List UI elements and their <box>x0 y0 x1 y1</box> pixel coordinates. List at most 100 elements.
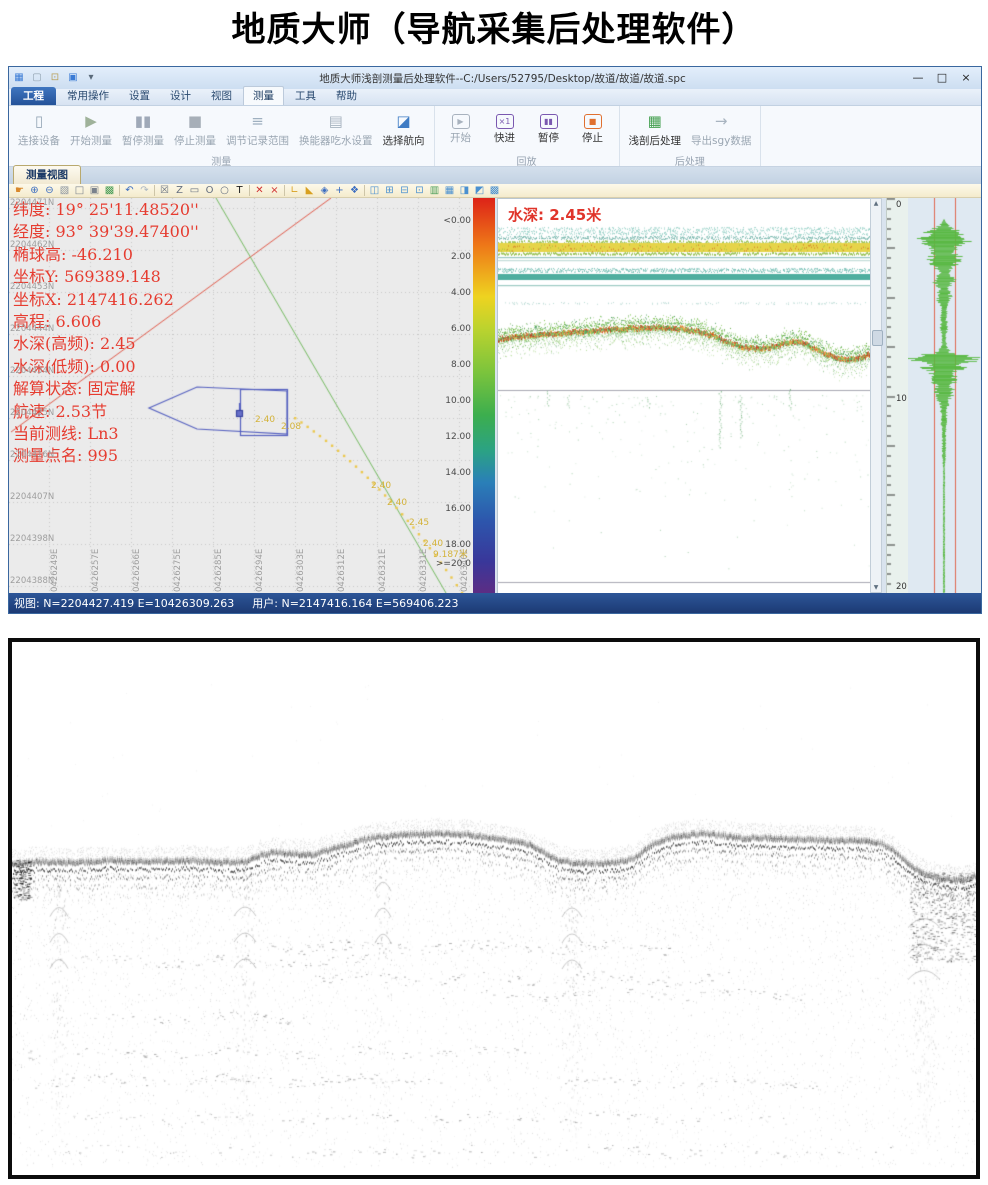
new-file-icon[interactable]: ▢ <box>30 71 44 85</box>
open-file-icon[interactable]: ⊡ <box>48 71 62 85</box>
ribbon-tab-帮助[interactable]: 帮助 <box>327 87 366 105</box>
delete-selected-icon[interactable]: ✕ <box>252 184 267 197</box>
layout-all-icon[interactable]: ▩ <box>487 184 502 197</box>
pan-hand-icon[interactable]: ☛ <box>12 184 27 197</box>
window-title: 地质大师浅剖测量后处理软件--C:/Users/52795/Desktop/故道… <box>98 71 907 86</box>
ruler-label: 20 <box>896 582 907 592</box>
ribbon-button-停止[interactable]: ■停止 <box>571 108 615 147</box>
scroll-up-icon[interactable]: ▲ <box>871 200 881 207</box>
map-view[interactable]: 纬度: 19° 25'11.48520'' 经度: 93° 39'39.4740… <box>9 198 473 593</box>
colorbar-tick-label: 12.00 <box>431 432 471 442</box>
colorbar-tick-label: 4.00 <box>431 288 471 298</box>
marquee-select-icon[interactable]: ▧ <box>57 184 72 197</box>
ribbon: ▯连接设备▶开始测量▮▮暂停测量■停止测量≡调节记录范围▤换能器吃水设置◪选择航… <box>9 106 981 167</box>
layout-cols-icon[interactable]: ▦ <box>442 184 457 197</box>
bookmark-icon[interactable]: ◈ <box>317 184 332 197</box>
ribbon-tab-设计[interactable]: 设计 <box>161 87 200 105</box>
echogram-panel[interactable]: 水深: 2.45米 <box>497 198 871 595</box>
draw-z-icon[interactable]: Z <box>172 184 187 197</box>
ribbon-button-浅剖后处理[interactable]: ▦浅剖后处理 <box>624 108 687 150</box>
tab-survey-view[interactable]: 测量视图 <box>13 165 81 184</box>
measure-angle-icon[interactable]: ∟ <box>287 184 302 197</box>
colorbar-tick-label: 18.00 <box>431 540 471 550</box>
redo-icon[interactable]: ↷ <box>137 184 152 197</box>
ribbon-button-label: 开始测量 <box>70 133 112 148</box>
maximize-button[interactable]: □ <box>931 70 953 86</box>
close-button[interactable]: × <box>955 70 977 86</box>
minimize-button[interactable]: — <box>907 70 929 86</box>
save-icon[interactable]: ▣ <box>66 71 80 85</box>
ribbon-tab-设置[interactable]: 设置 <box>120 87 159 105</box>
fast-forward-icon: ×1 <box>496 114 514 129</box>
easting-label: 0426321E <box>378 552 388 592</box>
ribbon-group-回放: ▶开始×1快进▮▮暂停■停止回放 <box>435 106 620 166</box>
start-survey-icon: ▶ <box>85 110 97 132</box>
play-icon: ▶ <box>452 114 470 129</box>
image-view-icon[interactable]: ▩ <box>102 184 117 197</box>
scroll-down-icon[interactable]: ▼ <box>871 584 881 591</box>
ribbon-button-快进[interactable]: ×1快进 <box>483 108 527 147</box>
ribbon-button-选择航向[interactable]: ◪选择航向 <box>378 108 430 150</box>
draw-ellipse-icon[interactable]: ○ <box>217 184 232 197</box>
easting-label: 0426249E <box>50 552 60 592</box>
layout-horizontal-icon[interactable]: ⊟ <box>397 184 412 197</box>
select-heading-icon: ◪ <box>396 110 410 132</box>
depth-colorbar <box>473 198 495 593</box>
layout-rows-icon[interactable]: ▥ <box>427 184 442 197</box>
qat-dropdown-icon[interactable]: ▾ <box>84 71 98 85</box>
easting-label: 0426294E <box>255 552 265 592</box>
ribbon-tab-row: 工程常用操作设置设计视图测量工具帮助 <box>9 89 981 106</box>
ribbon-button-暂停[interactable]: ▮▮暂停 <box>527 108 571 147</box>
colorbar-tick-label: 2.00 <box>431 252 471 262</box>
fit-extent-icon[interactable]: □ <box>72 184 87 197</box>
protractor-icon[interactable]: ◣ <box>302 184 317 197</box>
easting-label: 0426257E <box>91 552 101 592</box>
northing-label: 2204407N <box>10 492 54 502</box>
ribbon-button-停止测量: ■停止测量 <box>169 108 221 150</box>
toolbar-separator <box>249 185 250 196</box>
signal-trace-panel <box>908 198 981 593</box>
app-window: ▦ ▢ ⊡ ▣ ▾ 地质大师浅剖测量后处理软件--C:/Users/52795/Desk… <box>8 66 982 614</box>
easting-label: 0426303E <box>296 552 306 592</box>
layout-split-icon[interactable]: ◫ <box>367 184 382 197</box>
ribbon-tab-视图[interactable]: 视图 <box>202 87 241 105</box>
layout-single-icon[interactable]: ⊡ <box>412 184 427 197</box>
depth-ruler: 01020 <box>886 198 909 593</box>
draw-x-icon[interactable]: ☒ <box>157 184 172 197</box>
stop-playback-icon: ■ <box>584 114 602 129</box>
layout-corner-icon[interactable]: ◩ <box>472 184 487 197</box>
stop-survey-icon: ■ <box>188 110 202 132</box>
ribbon-tab-工程[interactable]: 工程 <box>11 87 56 105</box>
undo-icon[interactable]: ↶ <box>122 184 137 197</box>
draw-rect-icon[interactable]: ▭ <box>187 184 202 197</box>
ribbon-button-label: 暂停测量 <box>122 133 164 148</box>
transducer-draft-icon: ▤ <box>329 110 343 132</box>
scrollbar-thumb[interactable] <box>872 330 883 346</box>
seismic-canvas <box>12 642 976 1175</box>
zoom-in-icon[interactable]: ⊕ <box>27 184 42 197</box>
ribbon-tab-测量[interactable]: 测量 <box>243 86 284 105</box>
northing-label: 2204416N <box>10 450 54 460</box>
app-logo-icon[interactable]: ▦ <box>12 71 26 85</box>
layout-grid-icon[interactable]: ⊞ <box>382 184 397 197</box>
layout-right-icon[interactable]: ◨ <box>457 184 472 197</box>
ruler-label: 0 <box>896 200 901 210</box>
text-tool-icon[interactable]: T <box>232 184 247 197</box>
quick-access-toolbar: ▦ ▢ ⊡ ▣ ▾ <box>9 71 98 85</box>
draw-o-icon[interactable]: O <box>202 184 217 197</box>
delete-all-icon[interactable]: × <box>267 184 282 197</box>
ribbon-tab-工具[interactable]: 工具 <box>286 87 325 105</box>
window-view-icon[interactable]: ▣ <box>87 184 102 197</box>
center-target-icon[interactable]: + <box>332 184 347 197</box>
ribbon-button-label: 调节记录范围 <box>226 133 289 148</box>
move-view-icon[interactable]: ❖ <box>347 184 362 197</box>
ribbon-button-label: 换能器吃水设置 <box>299 133 373 148</box>
easting-label: 0426312E <box>337 552 347 592</box>
record-range-icon: ≡ <box>251 110 264 132</box>
page: 地质大师（导航采集后处理软件） ▦▢⊡▣▾ 地质大师浅剖测量后处理软件--C:/… <box>0 0 988 1185</box>
northing-label: 2204471N <box>10 198 54 208</box>
ribbon-button-label: 导出sgy数据 <box>691 133 751 148</box>
ribbon-tab-常用操作[interactable]: 常用操作 <box>58 87 118 105</box>
zoom-out-icon[interactable]: ⊖ <box>42 184 57 197</box>
echogram-scrollbar[interactable]: ▲ ▼ <box>870 198 882 593</box>
